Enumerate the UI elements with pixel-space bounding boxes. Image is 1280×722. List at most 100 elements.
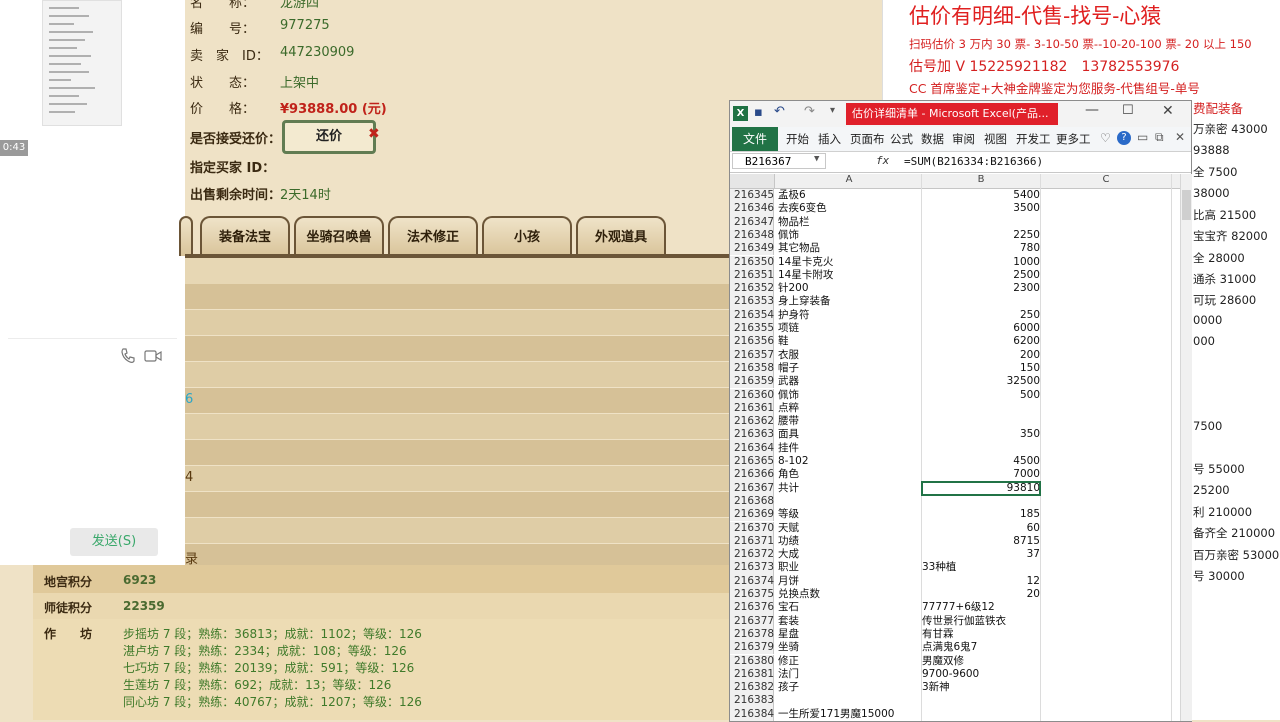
row-number[interactable]: 216351 [730, 268, 774, 283]
tab-children[interactable]: 小孩 [482, 216, 572, 256]
sheet-row[interactable]: 216372 大成 37 [730, 548, 1180, 562]
row-number[interactable]: 216384 [730, 707, 774, 721]
cell-a[interactable]: 角色 [778, 468, 920, 481]
row-number[interactable]: 216357 [730, 348, 774, 362]
sheet-row[interactable]: 216345 孟极6 5400 [730, 189, 1180, 203]
cell-b[interactable]: 8715 [922, 535, 1040, 548]
sheet-row[interactable]: 216351 14星卡附攻 2500 [730, 268, 1180, 283]
sheet-row[interactable]: 216361 点粹 [730, 401, 1180, 416]
tab-partial[interactable] [179, 216, 193, 256]
cell-b[interactable]: 77777+6级12 [922, 601, 1040, 614]
sheet-row[interactable]: 216376 宝石 77777+6级12 [730, 601, 1180, 615]
sheet-row[interactable]: 216348 佩饰 2250 [730, 228, 1180, 243]
tab-more-tools[interactable]: 更多工 [1056, 127, 1091, 151]
cell-a[interactable]: 武器 [778, 375, 920, 388]
quick-access-menu-icon[interactable]: ▾ [830, 105, 835, 116]
cell-b[interactable]: 32500 [922, 375, 1040, 388]
sheet-row[interactable]: 216363 面具 350 [730, 428, 1180, 442]
cell-a[interactable]: 佩饰 [778, 389, 920, 402]
sheet-row[interactable]: 216379 坐骑 点满鬼6鬼7 [730, 641, 1180, 655]
sheet-row[interactable]: 216371 功绩 8715 [730, 534, 1180, 549]
tab-formulas[interactable]: 公式 [890, 127, 913, 151]
sheet-row[interactable]: 216369 等级 185 [730, 508, 1180, 522]
cell-a[interactable]: 共计 [778, 482, 920, 495]
row-number[interactable]: 216366 [730, 468, 774, 482]
cell-b[interactable]: 5400 [922, 189, 1040, 202]
cell-a[interactable]: 14星卡克火 [778, 256, 920, 269]
cell-a[interactable]: 一生所爱171男魔15000 [778, 708, 920, 721]
cell-a[interactable]: 兑换点数 [778, 588, 920, 601]
formula-input[interactable]: =SUM(B216334:B216366) [904, 155, 1043, 168]
row-number[interactable]: 216377 [730, 614, 774, 628]
sheet-row[interactable]: 216354 护身符 250 [730, 308, 1180, 322]
cell-b[interactable]: 93810 [921, 480, 1041, 496]
sheet-row[interactable]: 216346 去疾6变色 3500 [730, 202, 1180, 216]
vertical-scrollbar[interactable] [1180, 174, 1192, 721]
tab-review[interactable]: 审阅 [952, 127, 975, 151]
cell-a[interactable]: 鞋 [778, 335, 920, 348]
column-header-b[interactable]: B [922, 174, 1040, 185]
sheet-row[interactable]: 216360 佩饰 500 [730, 388, 1180, 402]
sheet-row[interactable]: 216373 职业 33种植 [730, 561, 1180, 575]
cell-a[interactable]: 职业 [778, 561, 920, 574]
cell-a[interactable]: 法门 [778, 668, 920, 681]
row-number[interactable]: 216353 [730, 295, 774, 309]
undo-icon[interactable]: ↶ [774, 104, 785, 119]
sheet-row[interactable]: 216382 孩子 3新神 [730, 681, 1180, 695]
cell-b[interactable]: 2250 [922, 229, 1040, 242]
cell-b[interactable]: 6200 [922, 335, 1040, 348]
cell-a[interactable]: 大成 [778, 548, 920, 561]
cell-a[interactable]: 去疾6变色 [778, 202, 920, 215]
scroll-thumb[interactable] [1182, 190, 1191, 220]
cell-a[interactable]: 孩子 [778, 681, 920, 694]
offer-button[interactable]: 还价 [282, 120, 376, 154]
sheet-row[interactable]: 216367 共计 93810 [730, 480, 1180, 496]
cell-a[interactable]: 等级 [778, 508, 920, 521]
cell-a[interactable]: 挂件 [778, 442, 920, 455]
row-number[interactable]: 216355 [730, 322, 774, 336]
cell-b[interactable]: 4500 [922, 455, 1040, 468]
cell-a[interactable]: 坐骑 [778, 641, 920, 654]
row-number[interactable]: 216372 [730, 548, 774, 562]
row-number[interactable]: 216380 [730, 654, 774, 668]
tab-mounts-pets[interactable]: 坐骑召唤兽 [294, 216, 384, 256]
minimize-icon[interactable]: — [1085, 102, 1099, 118]
cell-a[interactable]: 面具 [778, 428, 920, 441]
cell-b[interactable]: 185 [922, 508, 1040, 521]
row-number[interactable]: 216383 [730, 694, 774, 708]
sheet-row[interactable]: 216356 鞋 6200 [730, 335, 1180, 349]
cell-b[interactable]: 200 [922, 349, 1040, 362]
cell-a[interactable]: 衣服 [778, 349, 920, 362]
row-number[interactable]: 216368 [730, 494, 774, 509]
cell-a[interactable]: 星盘 [778, 628, 920, 641]
video-call-icon[interactable] [144, 349, 162, 363]
cell-b[interactable]: 3500 [922, 202, 1040, 215]
sheet-row[interactable]: 216353 身上穿装备 [730, 295, 1180, 309]
row-number[interactable]: 216346 [730, 202, 774, 216]
cell-b[interactable]: 33种植 [922, 561, 1040, 574]
cell-b[interactable]: 6000 [922, 322, 1040, 335]
ribbon-minimize-icon[interactable]: ▭ [1137, 130, 1148, 144]
tab-file[interactable]: 文件 [732, 127, 778, 151]
row-number[interactable]: 216362 [730, 415, 774, 429]
phone-icon[interactable] [120, 348, 136, 364]
tab-appearance[interactable]: 外观道具 [576, 216, 666, 256]
sheet-row[interactable]: 216364 挂件 [730, 441, 1180, 455]
cell-a[interactable]: 功绩 [778, 535, 920, 548]
sheet-row[interactable]: 216359 武器 32500 [730, 375, 1180, 389]
cell-a[interactable]: 点粹 [778, 402, 920, 415]
ribbon-close-icon[interactable]: ✕ [1175, 130, 1185, 144]
tab-equipment[interactable]: 装备法宝 [200, 216, 290, 256]
cell-b[interactable]: 20 [922, 588, 1040, 601]
close-icon[interactable]: ✖ [368, 126, 380, 142]
sheet-row[interactable]: 216349 其它物品 780 [730, 242, 1180, 256]
cell-b[interactable]: 1000 [922, 256, 1040, 269]
sheet-row[interactable]: 216357 衣服 200 [730, 348, 1180, 362]
row-number[interactable]: 216365 [730, 455, 774, 469]
sheet-row[interactable]: 216368 [730, 494, 1180, 509]
cell-b[interactable]: 250 [922, 309, 1040, 322]
cell-a[interactable]: 身上穿装备 [778, 295, 920, 308]
row-number[interactable]: 216359 [730, 375, 774, 389]
cell-b[interactable]: 2300 [922, 282, 1040, 295]
cell-a[interactable]: 月饼 [778, 575, 920, 588]
